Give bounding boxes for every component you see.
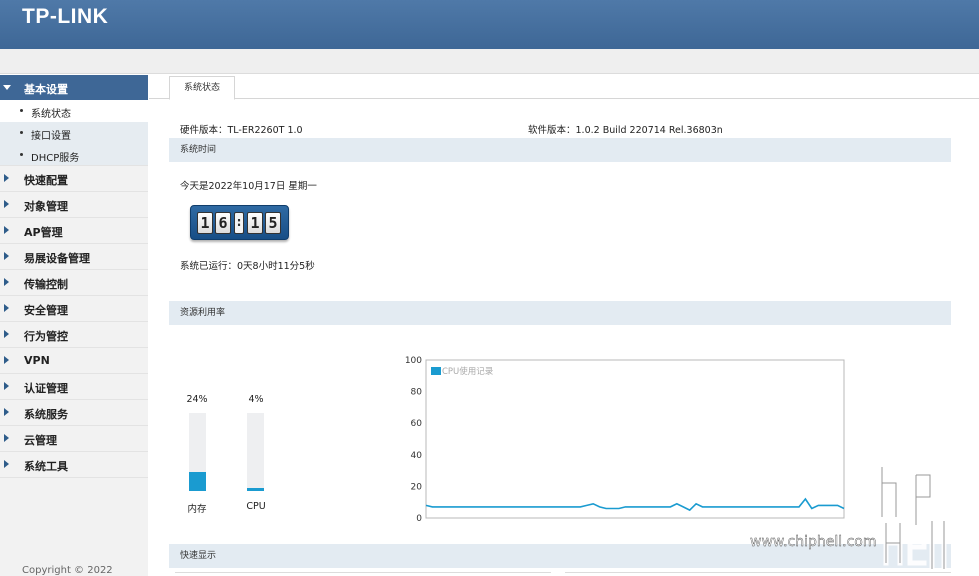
cpu-label: CPU <box>246 501 266 512</box>
sidebar-item-label: AP管理 <box>24 226 63 239</box>
tp-link-logo: TP-LINK <box>22 5 109 28</box>
tab-bar: 系统状态 <box>149 75 979 100</box>
sidebar-item-label: 认证管理 <box>24 382 68 395</box>
sidebar-item-label: 系统服务 <box>24 408 68 421</box>
y-tick-label: 20 <box>411 482 423 492</box>
sidebar-subitem-label: DHCP服务 <box>31 153 80 164</box>
clock-digit: 1 <box>197 212 213 234</box>
sidebar-item-ap-management[interactable]: AP管理 <box>0 218 148 244</box>
sidebar-item-label: 系统工具 <box>24 460 68 473</box>
chevron-down-icon <box>3 85 11 90</box>
chevron-right-icon <box>4 252 9 260</box>
clock-digit: 6 <box>215 212 231 234</box>
sidebar-item-transmission-control[interactable]: 传输控制 <box>0 270 148 296</box>
cpu-bar <box>247 413 264 491</box>
quick-display-panel-left <box>175 572 551 576</box>
sidebar-item-security[interactable]: 安全管理 <box>0 296 148 322</box>
hardware-version: 硬件版本：TL-ER2260T 1.0 <box>180 125 303 136</box>
sidebar-item-cloud-management[interactable]: 云管理 <box>0 426 148 452</box>
sidebar-item-quick-config[interactable]: 快速配置 <box>0 166 148 192</box>
sidebar-item-label: 传输控制 <box>24 278 68 291</box>
chevron-right-icon <box>4 278 9 286</box>
sidebar-item-vpn[interactable]: VPN <box>0 348 148 374</box>
sidebar-item-label: 安全管理 <box>24 304 68 317</box>
watermark-text: www.chiphell.com <box>750 534 876 550</box>
memory-percent: 24% <box>186 394 208 405</box>
sidebar-subitem-dhcp[interactable]: DHCP服务 <box>0 144 148 166</box>
chevron-right-icon <box>4 200 9 208</box>
chevron-right-icon <box>4 434 9 442</box>
chevron-right-icon <box>4 330 9 338</box>
sidebar-item-object-management[interactable]: 对象管理 <box>0 192 148 218</box>
sidebar-item-basic-settings[interactable]: 基本设置 <box>0 75 148 100</box>
sidebar-item-system-services[interactable]: 系统服务 <box>0 400 148 426</box>
clock-digit: 5 <box>265 212 281 234</box>
y-tick-label: 40 <box>411 451 423 461</box>
chevron-right-icon <box>4 460 9 468</box>
section-system-time: 系统时间 <box>169 138 951 162</box>
sidebar-item-label: 易展设备管理 <box>24 252 90 265</box>
y-tick-label: 80 <box>411 388 423 398</box>
chevron-right-icon <box>4 408 9 416</box>
memory-bar-fill <box>189 472 206 491</box>
sidebar-item-label: 云管理 <box>24 434 57 447</box>
copyright-text: Copyright © 2022 <box>22 565 113 576</box>
sidebar-subitem-interface-settings[interactable]: 接口设置 <box>0 122 148 144</box>
app-header: TP-LINK <box>0 0 979 49</box>
chevron-right-icon <box>4 174 9 182</box>
memory-bar <box>189 413 206 491</box>
y-tick-label: 60 <box>411 419 423 429</box>
sidebar-item-expansion-devices[interactable]: 易展设备管理 <box>0 244 148 270</box>
software-version: 软件版本：1.0.2 Build 220714 Rel.36803n <box>528 125 723 136</box>
sidebar-subitem-label: 系统状态 <box>31 109 71 120</box>
clock-separator: : <box>234 212 244 234</box>
today-date: 今天是2022年10月17日 星期一 <box>180 181 317 192</box>
header-subbar <box>0 49 979 74</box>
section-resource-usage: 资源利用率 <box>169 301 951 325</box>
sidebar: 基本设置 系统状态 接口设置 DHCP服务 快速配置 对象管理 AP管理 易展设… <box>0 75 148 576</box>
legend-swatch <box>431 367 441 375</box>
sidebar-item-system-tools[interactable]: 系统工具 <box>0 452 148 478</box>
memory-label: 内存 <box>187 504 207 515</box>
cpu-percent: 4% <box>248 394 264 405</box>
chevron-right-icon <box>4 226 9 234</box>
bullet-icon <box>20 153 23 156</box>
sidebar-item-label: 基本设置 <box>24 83 68 96</box>
sidebar-subitem-label: 接口设置 <box>31 131 71 142</box>
sidebar-item-label: 对象管理 <box>24 200 68 213</box>
chevron-right-icon <box>4 382 9 390</box>
sidebar-item-label: 行为管控 <box>24 330 68 343</box>
tab-system-status[interactable]: 系统状态 <box>169 76 235 100</box>
bullet-icon <box>20 109 23 112</box>
legend-label: CPU使用记录 <box>442 366 494 377</box>
chiphell-watermark: www.chiphell.com <box>750 464 947 572</box>
y-tick-label: 100 <box>405 356 422 366</box>
chevron-right-icon <box>4 304 9 312</box>
sidebar-subitem-system-status[interactable]: 系统状态 <box>0 100 148 122</box>
sidebar-item-authentication[interactable]: 认证管理 <box>0 374 148 400</box>
system-uptime: 系统已运行：0天8小时11分5秒 <box>180 261 315 272</box>
sidebar-item-label: VPN <box>24 354 50 367</box>
sidebar-item-label: 快速配置 <box>24 174 68 187</box>
clock-digit: 1 <box>247 212 263 234</box>
digital-clock: 1 6 : 1 5 <box>190 205 289 240</box>
sidebar-item-behavior-control[interactable]: 行为管控 <box>0 322 148 348</box>
chevron-right-icon <box>4 356 9 364</box>
bullet-icon <box>20 131 23 134</box>
y-tick-label: 0 <box>416 514 422 524</box>
cpu-bar-fill <box>247 488 264 491</box>
